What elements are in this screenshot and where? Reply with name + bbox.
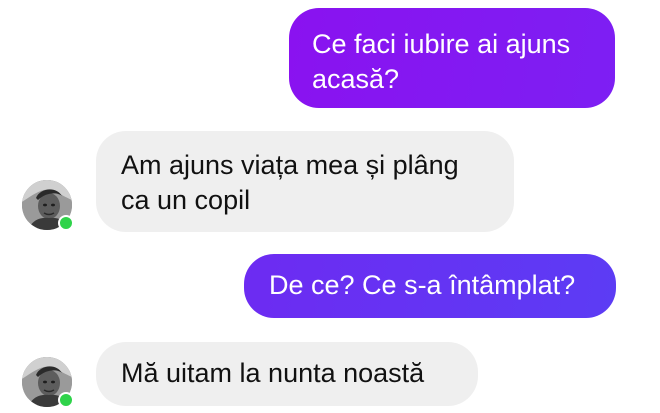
message-text-line: Ce faci iubire ai ajuns <box>312 29 571 59</box>
online-status-dot-icon <box>58 392 74 408</box>
sent-message-bubble[interactable]: De ce? Ce s-a întâmplat? <box>244 254 616 318</box>
contact-avatar[interactable] <box>22 180 74 231</box>
contact-avatar[interactable] <box>22 357 74 408</box>
sent-message-bubble[interactable]: Ce faci iubire ai ajuns acasă? <box>289 8 615 108</box>
received-message-bubble[interactable]: Am ajuns viața mea și plâng ca un copil <box>96 131 514 232</box>
message-text-line: Mă uitam la nunta noastă <box>121 358 425 388</box>
message-text-line: Am ajuns viața mea și plâng <box>121 150 459 180</box>
received-message-bubble[interactable]: Mă uitam la nunta noastă <box>96 342 478 406</box>
message-text-line: acasă? <box>312 64 400 94</box>
online-status-dot-icon <box>58 215 74 231</box>
message-text-line: ca un copil <box>121 185 251 215</box>
message-text-line: De ce? Ce s-a întâmplat? <box>269 270 576 300</box>
